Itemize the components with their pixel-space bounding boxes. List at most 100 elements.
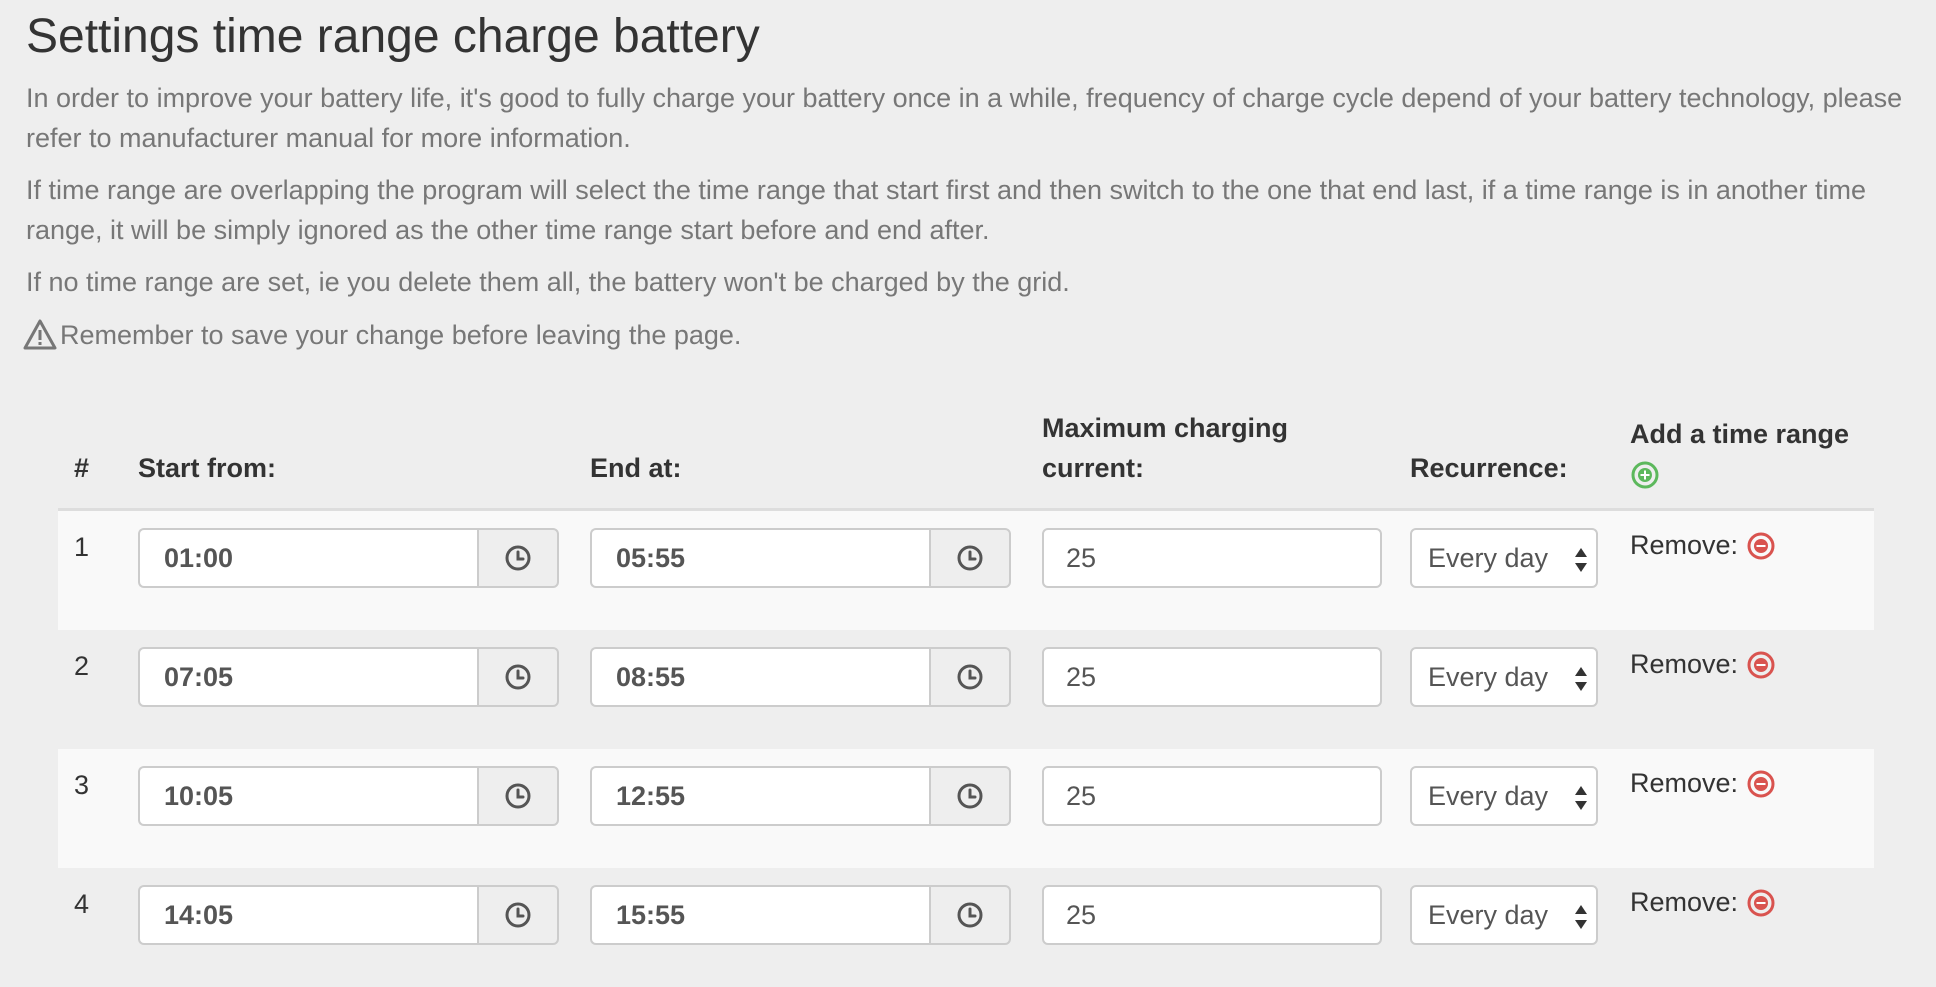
start-time-picker-button[interactable] bbox=[477, 766, 559, 826]
remove-label: Remove: bbox=[1630, 649, 1739, 679]
remove-button[interactable]: Remove: bbox=[1630, 511, 1874, 561]
end-time-picker: 15:55 bbox=[590, 885, 1011, 945]
header-start: Start from: bbox=[138, 408, 590, 511]
end-time-picker-button[interactable] bbox=[929, 528, 1011, 588]
max-current-input[interactable]: 25 bbox=[1042, 766, 1382, 826]
remove-icon[interactable] bbox=[1746, 769, 1776, 799]
end-time-input[interactable]: 08:55 bbox=[590, 647, 929, 707]
end-cell: 08:55 bbox=[590, 630, 1042, 749]
start-cell: 07:05 bbox=[138, 630, 590, 749]
table-row: 3 10:05 12:55 25 Every day Remove: bbox=[58, 749, 1874, 868]
start-time-picker-button[interactable] bbox=[477, 885, 559, 945]
row-index: 4 bbox=[58, 868, 138, 987]
intro-paragraph-1: In order to improve your battery life, i… bbox=[26, 83, 1903, 153]
table-row: 2 07:05 08:55 25 Every day Remove: bbox=[58, 630, 1874, 749]
select-arrows-icon bbox=[1575, 905, 1587, 929]
clock-icon bbox=[505, 545, 531, 571]
header-index: # bbox=[58, 408, 138, 511]
recurrence-cell: Every day bbox=[1410, 868, 1630, 987]
header-end: End at: bbox=[590, 408, 1042, 511]
end-cell: 12:55 bbox=[590, 749, 1042, 868]
current-cell: 25 bbox=[1042, 509, 1410, 630]
start-time-picker: 07:05 bbox=[138, 647, 559, 707]
current-cell: 25 bbox=[1042, 630, 1410, 749]
end-time-picker-button[interactable] bbox=[929, 766, 1011, 826]
table-header-row: # Start from: End at: Maximum charging c… bbox=[58, 408, 1874, 511]
clock-icon bbox=[957, 783, 983, 809]
start-time-picker: 10:05 bbox=[138, 766, 559, 826]
row-index: 3 bbox=[58, 749, 138, 868]
start-time-input[interactable]: 01:00 bbox=[138, 528, 477, 588]
end-time-input[interactable]: 12:55 bbox=[590, 766, 929, 826]
select-arrows-icon bbox=[1575, 667, 1587, 691]
recurrence-value: Every day bbox=[1428, 542, 1549, 573]
table-row: 4 14:05 15:55 25 Every day Remove: bbox=[58, 868, 1874, 987]
save-warning-text: Remember to save your change before leav… bbox=[60, 320, 742, 350]
remove-icon[interactable] bbox=[1746, 650, 1776, 680]
warning-triangle-icon bbox=[23, 319, 57, 350]
header-recurrence: Recurrence: bbox=[1410, 408, 1630, 511]
end-time-picker: 12:55 bbox=[590, 766, 1011, 826]
remove-icon[interactable] bbox=[1746, 531, 1776, 561]
start-time-input[interactable]: 10:05 bbox=[138, 766, 477, 826]
save-warning: Remember to save your change before leav… bbox=[23, 315, 1936, 355]
recurrence-value: Every day bbox=[1428, 780, 1549, 811]
time-range-table: # Start from: End at: Maximum charging c… bbox=[58, 408, 1874, 987]
intro-paragraph-2: If time range are overlapping the progra… bbox=[26, 175, 1866, 245]
remove-label: Remove: bbox=[1630, 887, 1739, 917]
recurrence-select[interactable]: Every day bbox=[1410, 647, 1598, 707]
remove-label: Remove: bbox=[1630, 768, 1739, 798]
header-current: Maximum charging current: bbox=[1042, 408, 1410, 511]
remove-cell: Remove: bbox=[1630, 509, 1874, 630]
table-row: 1 01:00 05:55 25 Every day Remove: bbox=[58, 509, 1874, 630]
end-time-picker-button[interactable] bbox=[929, 885, 1011, 945]
max-current-input[interactable]: 25 bbox=[1042, 528, 1382, 588]
max-current-input[interactable]: 25 bbox=[1042, 885, 1382, 945]
start-time-picker-button[interactable] bbox=[477, 647, 559, 707]
clock-icon bbox=[957, 664, 983, 690]
current-cell: 25 bbox=[1042, 749, 1410, 868]
page-title: Settings time range charge battery bbox=[26, 10, 760, 63]
recurrence-cell: Every day bbox=[1410, 509, 1630, 630]
recurrence-cell: Every day bbox=[1410, 630, 1630, 749]
recurrence-value: Every day bbox=[1428, 899, 1549, 930]
end-time-input[interactable]: 05:55 bbox=[590, 528, 929, 588]
recurrence-cell: Every day bbox=[1410, 749, 1630, 868]
remove-button[interactable]: Remove: bbox=[1630, 868, 1874, 918]
intro-paragraph-3: If no time range are set, ie you delete … bbox=[26, 267, 1070, 297]
end-cell: 05:55 bbox=[590, 509, 1042, 630]
recurrence-select[interactable]: Every day bbox=[1410, 528, 1598, 588]
recurrence-select[interactable]: Every day bbox=[1410, 885, 1598, 945]
end-time-picker-button[interactable] bbox=[929, 647, 1011, 707]
remove-label: Remove: bbox=[1630, 530, 1739, 560]
start-cell: 10:05 bbox=[138, 749, 590, 868]
max-current-input[interactable]: 25 bbox=[1042, 647, 1382, 707]
clock-icon bbox=[505, 783, 531, 809]
clock-icon bbox=[957, 902, 983, 928]
header-current-label: Maximum charging current: bbox=[1042, 413, 1289, 483]
remove-cell: Remove: bbox=[1630, 749, 1874, 868]
recurrence-value: Every day bbox=[1428, 661, 1549, 692]
select-arrows-icon bbox=[1575, 786, 1587, 810]
remove-cell: Remove: bbox=[1630, 630, 1874, 749]
start-time-input[interactable]: 14:05 bbox=[138, 885, 477, 945]
clock-icon bbox=[505, 664, 531, 690]
start-time-picker: 14:05 bbox=[138, 885, 559, 945]
clock-icon bbox=[505, 902, 531, 928]
remove-button[interactable]: Remove: bbox=[1630, 749, 1874, 799]
start-time-picker-button[interactable] bbox=[477, 528, 559, 588]
clock-icon bbox=[957, 545, 983, 571]
header-add-label: Add a time range bbox=[1630, 419, 1850, 449]
recurrence-select[interactable]: Every day bbox=[1410, 766, 1598, 826]
start-cell: 14:05 bbox=[138, 868, 590, 987]
end-cell: 15:55 bbox=[590, 868, 1042, 987]
remove-icon[interactable] bbox=[1746, 888, 1776, 918]
end-time-picker: 05:55 bbox=[590, 528, 1011, 588]
remove-cell: Remove: bbox=[1630, 868, 1874, 987]
remove-button[interactable]: Remove: bbox=[1630, 630, 1874, 680]
end-time-input[interactable]: 15:55 bbox=[590, 885, 929, 945]
start-time-input[interactable]: 07:05 bbox=[138, 647, 477, 707]
add-time-range-icon[interactable] bbox=[1630, 460, 1660, 490]
page-content: Settings time range charge battery In or… bbox=[0, 0, 1936, 355]
row-index: 1 bbox=[58, 509, 138, 630]
